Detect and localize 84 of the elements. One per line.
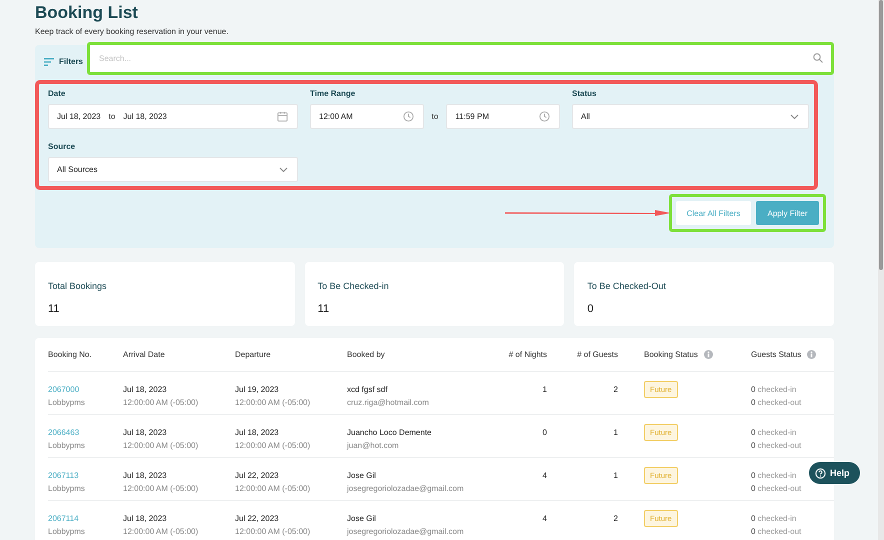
stat-label: Total Bookings (48, 281, 107, 292)
info-icon[interactable] (704, 350, 713, 359)
time-text: 12:00:00 AM (-05:00) (123, 483, 198, 495)
guests-count: 1 (614, 427, 618, 439)
column-header[interactable]: Arrival Date (123, 350, 165, 359)
time-text: 12:00:00 AM (-05:00) (235, 483, 310, 495)
stat-value: 11 (318, 303, 330, 316)
column-header[interactable]: # of Nights (508, 350, 547, 359)
source-text: Lobbypms (48, 483, 85, 495)
column-header[interactable]: Booking No. (48, 350, 92, 359)
column-header[interactable]: # of Guests (577, 350, 618, 359)
guests-count: 1 (614, 470, 618, 482)
search-icon[interactable] (813, 53, 823, 63)
guest-email: juan@hot.com (347, 440, 399, 452)
source-dropdown[interactable]: All Sources (48, 157, 298, 182)
date-text: Jul 19, 2023 (235, 384, 279, 396)
source-text: Lobbypms (48, 526, 85, 538)
clock-icon (538, 111, 550, 122)
column-header[interactable]: Booked by (347, 350, 385, 359)
time-text: 12:00:00 AM (-05:00) (123, 397, 198, 409)
guest-email: josegregoriolozadae@gmail.com (347, 483, 464, 495)
nights-count: 4 (542, 470, 547, 482)
checked-in-text: 0 checked-in (751, 427, 796, 439)
checked-out-text: 0 checked-out (751, 526, 802, 538)
stat-value: 0 (587, 303, 594, 316)
field-label: Status (572, 89, 598, 99)
stat-value: 11 (48, 303, 60, 316)
guest-email: josegregoriolozadae@gmail.com (347, 526, 464, 538)
time-text: 12:00:00 AM (-05:00) (123, 526, 198, 538)
date-text: Jul 18, 2023 (123, 470, 167, 482)
checked-out-text: 0 checked-out (751, 440, 802, 452)
separator-text: to (432, 112, 438, 121)
status-dropdown[interactable]: All (572, 104, 809, 129)
source-text: Lobbypms (48, 397, 85, 409)
filters-label: Filters (59, 57, 84, 66)
time-text: 12:00:00 AM (-05:00) (235, 397, 310, 409)
search-field[interactable]: Search... (90, 45, 831, 72)
stat-label: To Be Checked-Out (587, 281, 666, 292)
field-label: Time Range (310, 89, 356, 99)
checked-out-text: 0 checked-out (751, 397, 802, 409)
guest-name: Juancho Loco Demente (347, 427, 432, 439)
guests-count: 2 (614, 384, 618, 396)
date-text: Jul 18, 2023 (123, 427, 167, 439)
page-subtitle: Keep track of every booking reservation in your venue. (35, 27, 230, 37)
chevron-down-icon (790, 114, 799, 120)
column-header[interactable]: Booking Status (644, 350, 713, 359)
guests-count: 2 (614, 513, 618, 525)
question-icon (815, 468, 826, 478)
source-text: Lobbypms (48, 440, 85, 452)
clock-icon (402, 111, 414, 122)
guest-name: xcd fgsf sdf (347, 384, 388, 396)
filter-icon[interactable] (44, 58, 54, 66)
guest-name: Jose Gil (347, 470, 376, 482)
nights-count: 1 (542, 384, 547, 396)
date-text: Jul 18, 2023 (235, 427, 279, 439)
time-text: 12:00:00 AM (-05:00) (123, 440, 198, 452)
guest-name: Jose Gil (347, 513, 376, 525)
nights-count: 4 (542, 513, 547, 525)
checked-in-text: 0 checked-in (751, 470, 796, 482)
date-text: Jul 18, 2023 (123, 384, 167, 396)
checked-in-text: 0 checked-in (751, 384, 796, 396)
time-field[interactable]: 12:00 AM (310, 104, 424, 129)
calendar-icon (277, 111, 288, 122)
column-header[interactable]: Departure (235, 350, 271, 359)
time-text: 12:00:00 AM (-05:00) (235, 526, 310, 538)
date-text: Jul 22, 2023 (235, 470, 279, 482)
chevron-down-icon (279, 166, 288, 172)
guest-email: cruz.riga@hotmail.com (347, 397, 429, 409)
field-label: Date (48, 89, 66, 99)
info-icon[interactable] (807, 350, 816, 359)
date-text: Jul 22, 2023 (235, 513, 279, 525)
checked-in-text: 0 checked-in (751, 513, 796, 525)
stat-label: To Be Checked-in (318, 281, 389, 292)
column-header[interactable]: Guests Status (751, 350, 816, 359)
date-text: Jul 18, 2023 (123, 513, 167, 525)
scrollbar[interactable] (878, 0, 884, 540)
page-title: Booking List (35, 3, 139, 23)
time-text: 12:00:00 AM (-05:00) (235, 440, 310, 452)
nights-count: 0 (542, 427, 547, 439)
time-field[interactable]: 11:59 PM (446, 104, 560, 129)
help-button[interactable]: Help (809, 462, 860, 484)
date-range-field[interactable]: Jul 18, 2023 to Jul 18, 2023 (48, 104, 298, 129)
field-label: Source (48, 142, 76, 152)
checked-out-text: 0 checked-out (751, 483, 802, 495)
